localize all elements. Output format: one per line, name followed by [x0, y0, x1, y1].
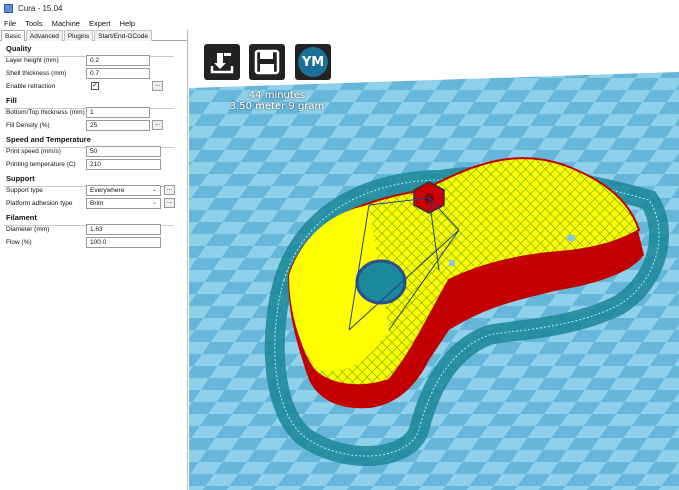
save-toolpath-icon: [254, 49, 280, 75]
flow-label: Flow (%): [6, 239, 32, 246]
row-retraction: Enable retraction ✓ ...: [6, 80, 187, 93]
row-print-speed: Print speed (mm/s) 50: [6, 145, 187, 158]
section-title-quality: Quality: [6, 44, 32, 53]
support-type-select[interactable]: Everywhere ⌄: [86, 185, 161, 196]
tab-advanced[interactable]: Advanced: [25, 30, 63, 41]
app-icon: [4, 4, 13, 13]
3d-viewport[interactable]: YM 44 minutes 3.50 meter 9 gram: [189, 30, 679, 490]
settings-panel: Basic Advanced Plugins Start/End-GCode Q…: [0, 30, 188, 490]
menu-machine[interactable]: Machine: [52, 19, 80, 28]
row-diameter: Diameter (mm) 1.63: [6, 223, 187, 236]
fill-density-label: Fill Density (%): [6, 122, 50, 129]
load-model-button[interactable]: [204, 44, 240, 80]
tab-basic[interactable]: Basic: [1, 30, 25, 41]
bottom-top-field[interactable]: 1: [86, 107, 150, 118]
title-bar: Cura - 15.04: [0, 0, 679, 17]
layer-height-field[interactable]: 0.2: [86, 55, 150, 66]
adhesion-settings-button[interactable]: ...: [164, 198, 175, 208]
print-speed-label: Print speed (mm/s): [6, 148, 61, 155]
menu-bar: File Tools Machine Expert Help: [0, 17, 679, 30]
adhesion-label: Platform adhesion type: [6, 200, 73, 207]
menu-help[interactable]: Help: [120, 19, 135, 28]
row-support-type: Support type Everywhere ⌄ ...: [6, 184, 187, 197]
shell-thickness-field[interactable]: 0.7: [86, 68, 150, 79]
row-fill-density: Fill Density (%) 25 ...: [6, 119, 187, 132]
row-layer-height: Layer height (mm) 0.2: [6, 54, 187, 67]
tab-start-end-gcode[interactable]: Start/End-GCode: [94, 30, 153, 41]
support-type-label: Support type: [6, 187, 43, 194]
fill-density-field[interactable]: 25: [86, 120, 150, 131]
support-settings-button[interactable]: ...: [164, 185, 175, 195]
section-speed-temperature: Speed and Temperature Print speed (mm/s)…: [0, 134, 187, 171]
section-quality: Quality Layer height (mm) 0.2 Shell thic…: [0, 43, 187, 93]
tab-plugins[interactable]: Plugins: [63, 30, 94, 41]
section-title-fill: Fill: [6, 96, 17, 105]
diameter-label: Diameter (mm): [6, 226, 50, 233]
row-shell-thickness: Shell thickness (mm) 0.7: [6, 67, 187, 80]
menu-tools[interactable]: Tools: [25, 19, 43, 28]
adhesion-select[interactable]: Brim ⌄: [86, 198, 161, 209]
print-time-text: 44 minutes: [248, 90, 306, 101]
section-title-support: Support: [6, 174, 35, 183]
section-fill: Fill Bottom/Top thickness (mm) 1 Fill De…: [0, 95, 187, 132]
section-title-filament: Filament: [6, 213, 37, 222]
window-title: Cura - 15.04: [18, 4, 63, 13]
pocket: [567, 235, 575, 241]
retraction-settings-button[interactable]: ...: [152, 81, 163, 91]
layer-height-label: Layer height (mm): [6, 57, 59, 64]
save-toolpath-button[interactable]: [249, 44, 285, 80]
fill-settings-button[interactable]: ...: [152, 120, 163, 130]
hole: [355, 259, 407, 305]
section-support: Support Support type Everywhere ⌄ ... Pl…: [0, 173, 187, 210]
view-mode-button[interactable]: YM: [295, 44, 331, 80]
adhesion-value: Brim: [90, 200, 104, 207]
row-flow: Flow (%) 100.0: [6, 236, 187, 249]
print-temp-label: Printing temperature (C): [6, 161, 76, 168]
diameter-field[interactable]: 1.63: [86, 224, 161, 235]
print-estimate: 44 minutes 3.50 meter 9 gram: [227, 90, 327, 112]
pocket: [449, 260, 455, 266]
load-model-icon: [209, 49, 235, 75]
retraction-checkbox[interactable]: ✓: [91, 82, 99, 90]
flow-field[interactable]: 100.0: [86, 237, 161, 248]
section-filament: Filament Diameter (mm) 1.63 Flow (%) 100…: [0, 212, 187, 249]
row-print-temp: Printing temperature (C) 210: [6, 158, 187, 171]
settings-tabs: Basic Advanced Plugins Start/End-GCode: [0, 30, 187, 41]
support-type-value: Everywhere: [90, 187, 125, 194]
row-adhesion: Platform adhesion type Brim ⌄ ...: [6, 197, 187, 210]
print-material-text: 3.50 meter 9 gram: [229, 101, 325, 112]
view-mode-icon: YM: [298, 47, 328, 77]
row-bottom-top: Bottom/Top thickness (mm) 1: [6, 106, 187, 119]
bottom-top-label: Bottom/Top thickness (mm): [6, 109, 85, 116]
print-speed-field[interactable]: 50: [86, 146, 161, 157]
menu-expert[interactable]: Expert: [89, 19, 111, 28]
menu-file[interactable]: File: [4, 19, 16, 28]
chevron-down-icon: ⌄: [151, 187, 157, 193]
retraction-label: Enable retraction: [6, 83, 56, 90]
section-title-speed: Speed and Temperature: [6, 135, 91, 144]
print-temp-field[interactable]: 210: [86, 159, 161, 170]
shell-thickness-label: Shell thickness (mm): [6, 70, 67, 77]
chevron-down-icon: ⌄: [151, 200, 157, 206]
